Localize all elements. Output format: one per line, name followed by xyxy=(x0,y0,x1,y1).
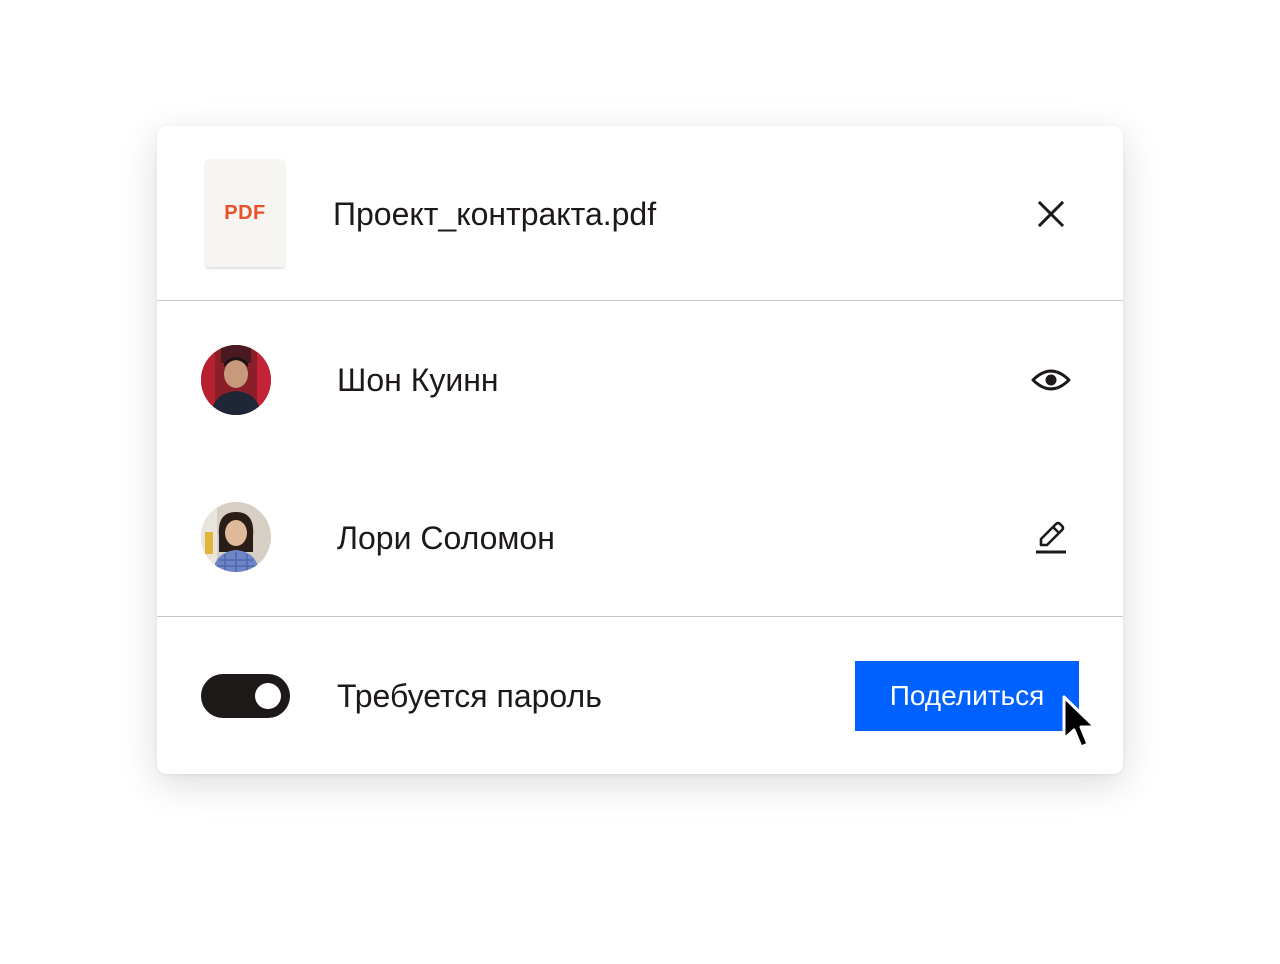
person-row-sean: Шон Куинн xyxy=(157,301,1123,459)
avatar xyxy=(201,345,271,415)
share-dialog: PDF Проект_контракта.pdf Шон Куинн Лори … xyxy=(157,126,1123,774)
permission-view-button[interactable] xyxy=(1029,358,1073,402)
share-button[interactable]: Поделиться xyxy=(855,661,1079,731)
permission-edit-button[interactable] xyxy=(1029,515,1073,559)
pdf-thumbnail: PDF xyxy=(205,159,285,267)
file-header: PDF Проект_контракта.pdf xyxy=(157,126,1123,300)
person-row-lori: Лори Соломон xyxy=(157,459,1123,616)
pdf-type-label: PDF xyxy=(224,201,266,224)
eye-icon xyxy=(1031,369,1071,391)
dialog-footer: Требуется пароль Поделиться xyxy=(157,617,1123,774)
person-name: Шон Куинн xyxy=(337,362,499,398)
close-icon xyxy=(1037,200,1065,228)
mouse-pointer-icon xyxy=(1062,695,1097,749)
close-button[interactable] xyxy=(1029,192,1073,236)
person-name: Лори Соломон xyxy=(337,520,555,556)
password-toggle[interactable] xyxy=(201,674,290,718)
file-name: Проект_контракта.pdf xyxy=(333,196,657,232)
toggle-knob xyxy=(255,683,281,709)
password-toggle-label: Требуется пароль xyxy=(337,678,602,714)
pencil-icon xyxy=(1036,521,1066,554)
avatar xyxy=(201,502,271,572)
